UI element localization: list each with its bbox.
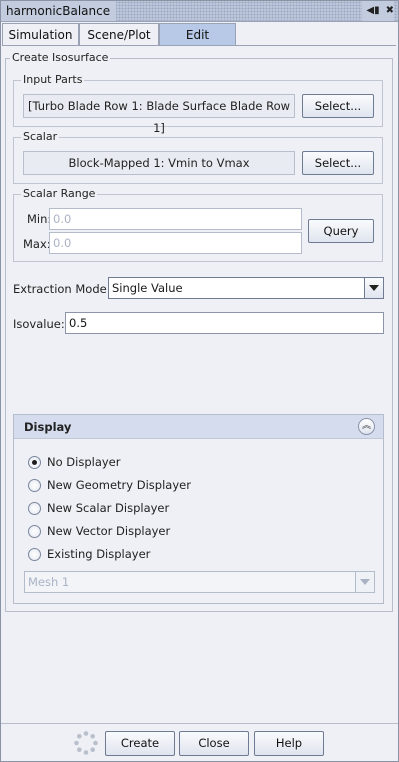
- radio-button-icon[interactable]: [28, 501, 41, 515]
- radio-button-icon[interactable]: [28, 478, 41, 492]
- chevron-down-icon: [355, 572, 374, 592]
- radio-label: New Geometry Displayer: [47, 478, 191, 492]
- radio-button-icon[interactable]: [28, 524, 41, 538]
- scalar-legend: Scalar: [21, 130, 60, 143]
- existing-displayer-combo: Mesh 1: [24, 571, 375, 593]
- existing-displayer-value: Mesh 1: [28, 575, 70, 589]
- title-icons: ◀▮ ✖: [362, 1, 394, 21]
- title-bar: harmonicBalance ◀▮ ✖: [1, 1, 398, 22]
- close-icon[interactable]: ✖: [386, 6, 394, 16]
- display-panel: Display ︽ No Displayer New Geometry Disp…: [13, 414, 384, 604]
- tab-edit[interactable]: Edit: [159, 23, 236, 46]
- radio-button-icon[interactable]: [28, 547, 41, 561]
- window-title: harmonicBalance: [1, 1, 117, 21]
- help-button[interactable]: Help: [254, 731, 324, 756]
- radio-new-geometry-displayer[interactable]: New Geometry Displayer: [28, 477, 191, 493]
- isovalue-label: Isovalue:: [13, 317, 65, 331]
- radio-label: Existing Displayer: [47, 547, 151, 561]
- radio-new-vector-displayer[interactable]: New Vector Displayer: [28, 523, 170, 539]
- scalar-range-legend: Scalar Range: [21, 187, 98, 200]
- scalar-select-button[interactable]: Select...: [302, 151, 374, 175]
- create-button[interactable]: Create: [105, 731, 175, 756]
- input-parts-select-button[interactable]: Select...: [302, 94, 374, 118]
- max-label: Max:: [23, 237, 51, 251]
- busy-spinner-icon: [74, 731, 98, 755]
- min-label: Min:: [27, 212, 52, 226]
- tab-scene-plot[interactable]: Scene/Plot: [79, 23, 159, 46]
- tab-divider: [2, 45, 396, 46]
- close-button[interactable]: Close: [179, 731, 249, 756]
- radio-existing-displayer[interactable]: Existing Displayer: [28, 546, 150, 562]
- input-parts-value: [Turbo Blade Row 1: Blade Surface Blade …: [23, 94, 295, 135]
- radio-new-scalar-displayer[interactable]: New Scalar Displayer: [28, 500, 169, 516]
- query-button[interactable]: Query: [308, 219, 374, 243]
- radio-label: New Vector Displayer: [47, 524, 171, 538]
- radio-no-displayer[interactable]: No Displayer: [28, 454, 121, 470]
- extraction-mode-label: Extraction Mode:: [13, 282, 111, 296]
- min-input[interactable]: 0.0: [49, 208, 302, 230]
- tab-bar: Simulation Scene/Plot Edit: [2, 23, 236, 46]
- display-title: Display: [24, 420, 72, 434]
- dock-toggle-icon[interactable]: ◀▮: [366, 6, 379, 16]
- scalar-value: Block-Mapped 1: Vmin to Vmax: [23, 151, 295, 175]
- collapse-icon[interactable]: ︽: [358, 418, 375, 435]
- extraction-mode-value: Single Value: [112, 281, 183, 295]
- display-header[interactable]: Display ︽: [14, 415, 383, 439]
- max-input[interactable]: 0.0: [49, 232, 302, 254]
- isovalue-input[interactable]: 0.5: [65, 312, 384, 334]
- create-isosurface-legend: Create Isosurface: [10, 51, 111, 64]
- radio-label: New Scalar Displayer: [47, 501, 170, 515]
- input-parts-legend: Input Parts: [21, 73, 85, 86]
- radio-label: No Displayer: [47, 455, 121, 469]
- extraction-mode-combo[interactable]: Single Value: [108, 277, 384, 299]
- chevron-down-icon[interactable]: [364, 278, 383, 298]
- radio-button-icon[interactable]: [28, 455, 41, 469]
- tab-simulation[interactable]: Simulation: [2, 23, 79, 46]
